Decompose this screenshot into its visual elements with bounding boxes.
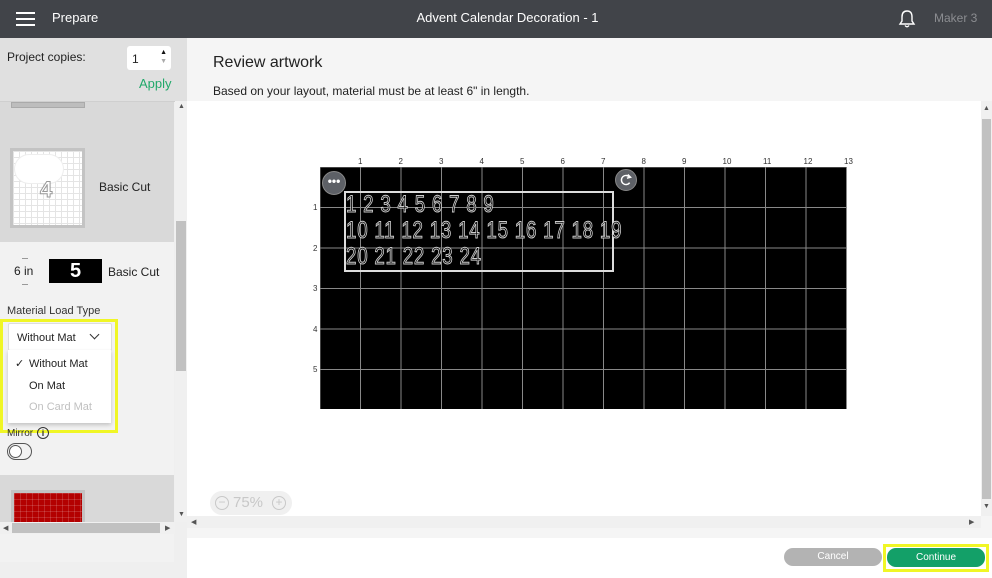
size-tick-top: [22, 258, 28, 263]
ruler-tick-label: 12: [803, 157, 813, 166]
ruler-tick-label: 13: [844, 157, 853, 166]
footer: Cancel Continue: [187, 538, 992, 578]
sidebar: Project copies: 1 ▲ ▼ Apply 4 Basic Cut …: [0, 38, 187, 578]
ruler-tick-label: 2: [313, 243, 318, 253]
ruler-tick-label: 11: [763, 157, 772, 166]
canvas-horizontal-scrollbar[interactable]: ◀ ▶: [187, 516, 981, 528]
rotate-icon[interactable]: [615, 169, 637, 191]
top-bar: Prepare Advent Calendar Decoration - 1 M…: [0, 0, 992, 38]
ruler-tick-label: 1: [358, 157, 363, 166]
ruler-tick-label: 2: [398, 157, 403, 166]
ruler-tick-label: 10: [722, 157, 732, 166]
mat-number: 4: [39, 177, 53, 203]
scrollbar-thumb[interactable]: [982, 119, 991, 499]
page-subtitle: Based on your layout, material must be a…: [213, 84, 530, 98]
project-copies-input[interactable]: 1 ▲ ▼: [127, 46, 171, 70]
artwork-canvas[interactable]: 1 2 3 4 5 6 7 8 9 10 11 12 13 12345 ••• 1 2 3 4 5 6 …: [187, 101, 981, 516]
ruler-tick-label: 9: [682, 157, 687, 166]
apply-button[interactable]: Apply: [139, 76, 172, 91]
scroll-down-icon[interactable]: ▼: [178, 511, 185, 518]
menu-item-on-mat[interactable]: On Mat: [8, 375, 111, 397]
material-load-type-label: Material Load Type: [7, 305, 101, 317]
load-type-menu: ✓ Without Mat On Mat On Card Mat: [8, 350, 111, 423]
increment-icon[interactable]: ▲: [160, 49, 167, 56]
mat-thumbnail: 5: [49, 259, 102, 283]
canvas-vertical-scrollbar[interactable]: ▲ ▼: [981, 101, 992, 516]
ruler-tick-label: 1: [313, 203, 318, 212]
mat-item-4[interactable]: 4 Basic Cut: [0, 102, 174, 242]
cancel-button[interactable]: Cancel: [784, 548, 882, 566]
ruler-tick-label: 5: [520, 157, 525, 166]
continue-button[interactable]: Continue: [887, 548, 985, 567]
mirror-label: Mirror: [7, 428, 34, 439]
ruler-tick-label: 4: [313, 324, 318, 334]
zoom-control: − 75% +: [210, 491, 292, 515]
mat-size-label: 6 in: [14, 264, 34, 278]
zoom-in-icon[interactable]: +: [272, 496, 286, 510]
ruler-tick-label: 7: [601, 157, 606, 166]
design-row: 20 21 22 23 24: [346, 243, 482, 271]
mirror-toggle[interactable]: [7, 443, 32, 460]
project-copies-panel: Project copies: 1 ▲ ▼ Apply: [0, 38, 187, 102]
ruler-tick-label: 8: [641, 157, 646, 166]
ruler-tick-label: 5: [313, 365, 318, 374]
design-row: 1 2 3 4 5 6 7 8 9: [346, 191, 495, 219]
sidebar-horizontal-scrollbar[interactable]: ◀ ▶: [0, 522, 175, 534]
main-panel: Review artwork Based on your layout, mat…: [187, 38, 992, 578]
scrollbar-thumb[interactable]: [12, 523, 160, 533]
mat-thumbnail: 4: [10, 148, 85, 228]
scroll-down-icon[interactable]: ▼: [983, 503, 990, 510]
zoom-out-icon[interactable]: −: [215, 496, 229, 510]
menu-item-without-mat[interactable]: ✓ Without Mat: [8, 353, 111, 375]
bell-icon[interactable]: [898, 9, 916, 29]
machine-selector[interactable]: Maker 3: [934, 11, 977, 25]
size-tick-bottom: [22, 284, 28, 289]
page-title: Review artwork: [213, 54, 323, 71]
scroll-left-icon[interactable]: ◀: [3, 524, 8, 532]
menu-item-label: Without Mat: [29, 358, 88, 370]
scroll-right-icon[interactable]: ▶: [165, 524, 170, 532]
project-title: Advent Calendar Decoration - 1: [416, 10, 599, 25]
ruler-tick-label: 3: [313, 284, 318, 293]
mat-thumbnail-partial: [11, 102, 85, 108]
toggle-knob: [9, 445, 22, 458]
cut-type-label: Basic Cut: [108, 265, 160, 279]
cut-type-label: Basic Cut: [99, 180, 151, 194]
design-selection[interactable]: 1 2 3 4 5 6 7 8 9 10 11 12 13 14 15 16 1…: [344, 191, 622, 272]
cloud-shape: [15, 155, 63, 183]
checkmark-icon: ✓: [15, 358, 25, 370]
menu-item-on-card-mat: On Card Mat: [8, 396, 111, 418]
ruler-tick-label: 3: [439, 157, 444, 166]
selected-value: Without Mat: [17, 332, 76, 344]
mat-item-red[interactable]: [0, 475, 174, 525]
menu-item-label: On Mat: [29, 380, 66, 392]
decrement-icon[interactable]: ▼: [160, 58, 167, 65]
scrollbar-thumb[interactable]: [176, 221, 186, 371]
ruler-tick-label: 6: [560, 157, 565, 166]
scroll-right-icon[interactable]: ▶: [969, 518, 974, 526]
info-icon[interactable]: i: [37, 427, 49, 439]
design-row: 10 11 12 13 14 15 16 17 18 19: [346, 217, 623, 245]
sidebar-vertical-scrollbar[interactable]: ▲ ▼: [175, 101, 187, 522]
ruler-tick-label: 4: [479, 157, 484, 166]
project-copies-value: 1: [132, 52, 139, 66]
zoom-level: 75%: [233, 494, 264, 511]
project-copies-label: Project copies:: [7, 50, 86, 64]
scroll-up-icon[interactable]: ▲: [178, 103, 185, 110]
mat-thumbnail: [11, 490, 85, 525]
scroll-left-icon[interactable]: ◀: [191, 518, 196, 526]
menu-item-label: On Card Mat: [29, 401, 92, 413]
scroll-up-icon[interactable]: ▲: [983, 105, 990, 112]
more-options-icon[interactable]: •••: [322, 171, 346, 195]
